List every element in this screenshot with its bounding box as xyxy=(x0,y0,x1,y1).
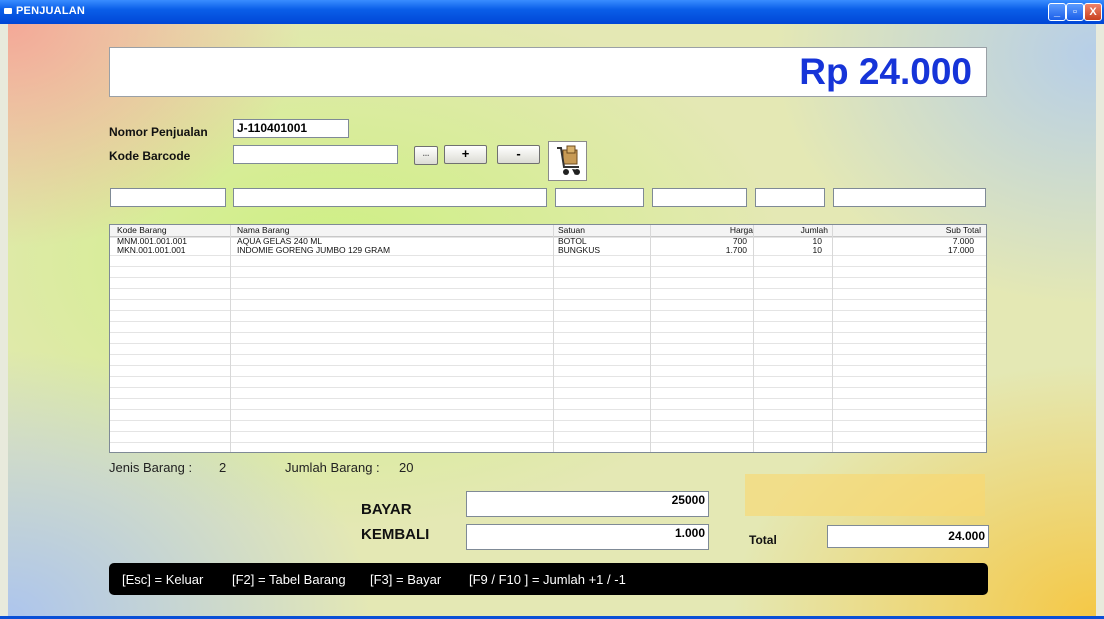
minus-button[interactable]: - xyxy=(497,145,540,164)
browse-button[interactable]: ... xyxy=(414,146,438,165)
kode-barcode-label: Kode Barcode xyxy=(109,149,191,163)
nomor-penjualan-label: Nomor Penjualan xyxy=(109,125,208,139)
jumlah-input[interactable] xyxy=(755,188,825,207)
cell-satuan: BUNGKUS xyxy=(558,245,601,255)
col-divider xyxy=(650,225,651,452)
nomor-penjualan-field[interactable]: J-110401001 xyxy=(233,119,349,138)
cell-nama-barang: INDOMIE GORENG JUMBO 129 GRAM xyxy=(237,245,391,255)
col-divider xyxy=(553,225,554,452)
satuan-input[interactable] xyxy=(555,188,644,207)
col-satuan[interactable]: Satuan xyxy=(558,225,585,236)
maximize-button[interactable]: ▫ xyxy=(1066,3,1084,21)
jumlah-barang-label: Jumlah Barang : xyxy=(285,460,380,475)
shopping-cart-icon xyxy=(557,145,580,175)
col-jumlah[interactable]: Jumlah xyxy=(801,225,828,236)
jenis-barang-value: 2 xyxy=(219,460,227,475)
harga-input[interactable] xyxy=(652,188,747,207)
kembali-label: KEMBALI xyxy=(361,526,430,543)
nama-barang-input[interactable] xyxy=(233,188,547,207)
cell-harga: 1.700 xyxy=(725,245,747,255)
bayar-label: BAYAR xyxy=(361,501,412,518)
cell-sub-total: 17.000 xyxy=(948,245,974,255)
jumlah-barang-value: 20 xyxy=(399,460,414,475)
shortcut-bar: [Esc] = Keluar [F2] = Tabel Barang [F3] … xyxy=(109,563,988,595)
table-row[interactable]: MKN.001.001.001 INDOMIE GORENG JUMBO 129… xyxy=(110,246,986,255)
col-sub-total[interactable]: Sub Total xyxy=(946,225,981,236)
minimize-button[interactable]: _ xyxy=(1048,3,1066,21)
window-title: PENJUALAN xyxy=(16,5,86,17)
grand-total-text: Rp 24.000 xyxy=(799,51,972,92)
jenis-barang-label: Jenis Barang : xyxy=(109,460,193,475)
col-divider xyxy=(230,225,231,452)
barcode-input[interactable] xyxy=(233,145,398,164)
shortcut-f3: [F3] = Bayar xyxy=(370,572,442,587)
subtotal-input[interactable] xyxy=(833,188,986,207)
title-bar: PENJUALAN _ ▫ X xyxy=(0,0,1104,24)
kode-barang-input[interactable] xyxy=(110,188,226,207)
plus-button[interactable]: + xyxy=(444,145,487,164)
cell-kode-barang: MKN.001.001.001 xyxy=(117,245,186,255)
shortcut-f9-f10: [F9 / F10 ] = Jumlah +1 / -1 xyxy=(469,572,626,587)
window-frame-left xyxy=(0,24,8,619)
cart-button[interactable] xyxy=(548,141,587,181)
close-button[interactable]: X xyxy=(1084,3,1102,21)
item-table[interactable]: Kode Barang Nama Barang Satuan Harga Jum… xyxy=(109,224,987,453)
app-icon xyxy=(4,8,12,14)
total-field: 24.000 xyxy=(827,525,989,548)
shortcut-esc: [Esc] = Keluar xyxy=(122,572,204,587)
window-frame-right xyxy=(1096,24,1104,619)
grand-total-display: Rp 24.000 xyxy=(109,47,987,97)
col-nama-barang[interactable]: Nama Barang xyxy=(237,225,289,236)
decor-panel xyxy=(745,474,985,516)
col-divider xyxy=(753,225,754,452)
total-label: Total xyxy=(749,533,777,547)
col-harga[interactable]: Harga xyxy=(730,225,753,236)
kembali-field: 1.000 xyxy=(466,524,709,550)
bayar-input[interactable]: 25000 xyxy=(466,491,709,517)
shortcut-f2: [F2] = Tabel Barang xyxy=(232,572,346,587)
cell-jumlah: 10 xyxy=(812,245,822,255)
col-divider xyxy=(832,225,833,452)
col-kode-barang[interactable]: Kode Barang xyxy=(117,225,167,236)
